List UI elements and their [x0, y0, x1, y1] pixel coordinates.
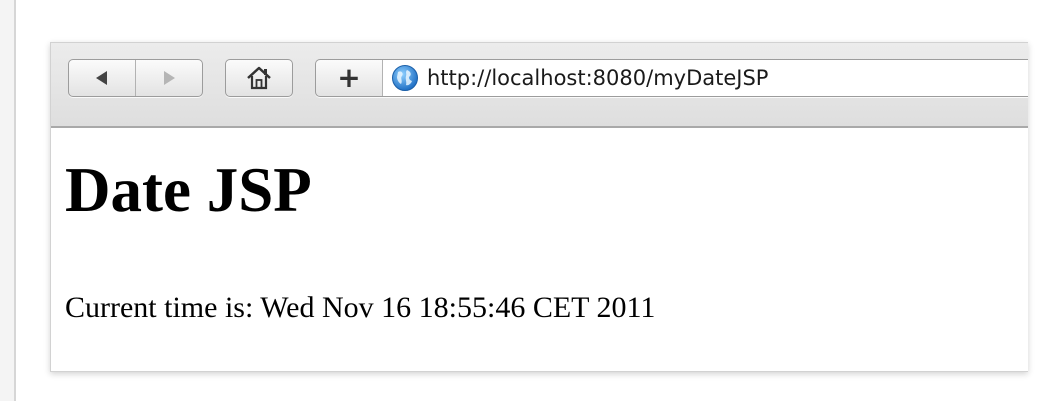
address-bar-group: + http://localhost:8080/myDateJSP	[315, 59, 1028, 97]
home-icon	[247, 66, 271, 90]
page-content: Date JSP Current time is: Wed Nov 16 18:…	[51, 128, 1028, 371]
page-title: Date JSP	[65, 155, 312, 225]
url-text: http://localhost:8080/myDateJSP	[427, 66, 769, 90]
back-button[interactable]	[69, 60, 135, 96]
navigation-buttons	[68, 59, 203, 97]
window-edge	[0, 0, 16, 401]
globe-icon	[392, 65, 418, 91]
forward-button[interactable]	[135, 60, 202, 96]
browser-toolbar: + http://localhost:8080/myDateJSP	[51, 43, 1028, 128]
browser-window: + http://localhost:8080/myDateJSP Date J…	[50, 42, 1028, 372]
add-bookmark-button[interactable]: +	[316, 60, 382, 96]
forward-arrow-icon	[164, 71, 175, 85]
back-arrow-icon	[96, 71, 107, 85]
current-time-text: Current time is: Wed Nov 16 18:55:46 CET…	[65, 291, 656, 324]
address-bar[interactable]: http://localhost:8080/myDateJSP	[382, 60, 1028, 96]
home-button[interactable]	[225, 59, 293, 97]
